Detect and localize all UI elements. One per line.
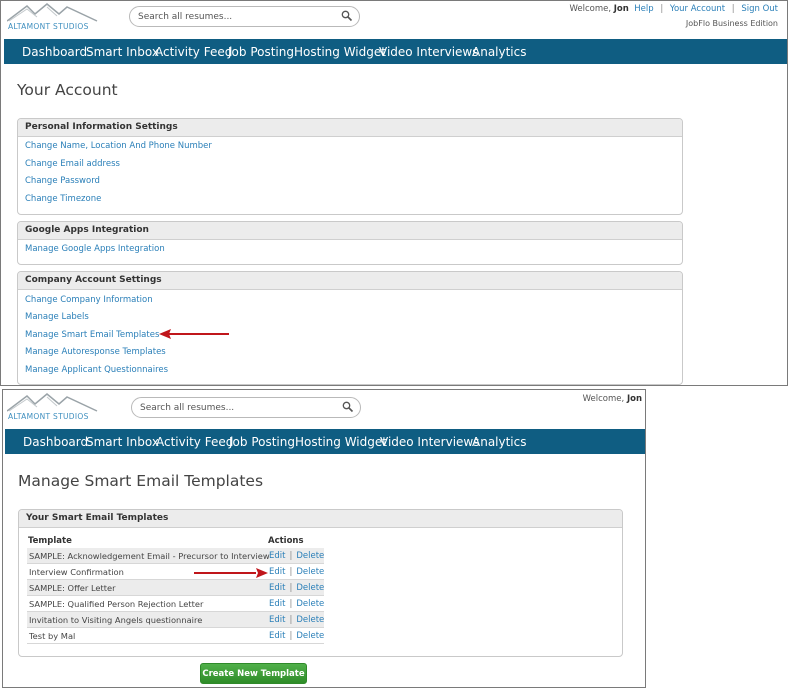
edit-link[interactable]: Edit	[269, 583, 285, 593]
nav-analytics[interactable]: Analytics	[472, 39, 527, 64]
change-password-link[interactable]: Change Password	[25, 176, 100, 186]
nav-hosting-widget[interactable]: Hosting Widget	[294, 39, 386, 64]
logo-text: ALTAMONT STUDIOS	[8, 412, 89, 421]
panel-heading: Your Smart Email Templates	[19, 510, 622, 528]
delete-link[interactable]: Delete	[296, 631, 324, 641]
page-title: Your Account	[17, 81, 118, 99]
table-row: Test by Mal Edit | Delete	[27, 628, 324, 644]
manage-applicant-questionnaires-link[interactable]: Manage Applicant Questionnaires	[25, 365, 168, 375]
nav-activity-feed[interactable]: Activity Feed	[156, 429, 233, 454]
panel-heading: Google Apps Integration	[18, 222, 682, 240]
nav-video-interviews[interactable]: Video Interviews	[380, 429, 480, 454]
table-row: SAMPLE: Offer Letter Edit | Delete	[27, 580, 324, 596]
change-company-info-link[interactable]: Change Company Information	[25, 295, 153, 305]
nav-job-posting[interactable]: Job Posting	[229, 429, 295, 454]
change-email-link[interactable]: Change Email address	[25, 159, 120, 169]
nav-dashboard[interactable]: Dashboard	[23, 429, 88, 454]
your-account-link[interactable]: Your Account	[670, 4, 725, 14]
template-name: Invitation to Visiting Angels questionna…	[29, 615, 203, 625]
search-icon[interactable]	[342, 401, 354, 413]
search-box[interactable]	[129, 6, 360, 27]
header-user-links: Welcome, Jon Help | Your Account | Sign …	[569, 4, 778, 14]
edit-link[interactable]: Edit	[269, 567, 285, 577]
manage-google-apps-link[interactable]: Manage Google Apps Integration	[25, 244, 165, 254]
manage-smart-email-templates-link[interactable]: Manage Smart Email Templates	[25, 330, 159, 340]
welcome-text: Welcome,	[582, 394, 625, 404]
altamont-logo[interactable]: ALTAMONT STUDIOS	[5, 392, 100, 423]
edit-link[interactable]: Edit	[269, 551, 285, 561]
separator: |	[289, 551, 293, 561]
template-name: SAMPLE: Qualified Person Rejection Lette…	[29, 599, 204, 609]
table-row: SAMPLE: Qualified Person Rejection Lette…	[27, 596, 324, 612]
create-new-template-button[interactable]: Create New Template	[200, 663, 307, 684]
delete-link[interactable]: Delete	[296, 615, 324, 625]
nav-smart-inbox[interactable]: Smart Inbox	[86, 39, 159, 64]
edit-link[interactable]: Edit	[269, 631, 285, 641]
separator: |	[289, 583, 293, 593]
nav-dashboard[interactable]: Dashboard	[22, 39, 87, 64]
red-arrow-left-icon	[159, 329, 229, 339]
nav-video-interviews[interactable]: Video Interviews	[379, 39, 479, 64]
mountains-icon	[7, 393, 98, 412]
table-row: Invitation to Visiting Angels questionna…	[27, 612, 324, 628]
altamont-logo[interactable]: ALTAMONT STUDIOS	[5, 2, 100, 33]
separator: |	[289, 567, 293, 577]
edition-label: JobFlo Business Edition	[685, 19, 778, 28]
main-nav: Dashboard Smart Inbox Activity Feed Job …	[5, 429, 645, 454]
table-row: Interview Confirmation Edit | Delete	[27, 564, 324, 580]
personal-info-panel: Personal Information Settings Change Nam…	[17, 118, 683, 215]
company-account-panel: Company Account Settings Change Company …	[17, 271, 683, 385]
separator: |	[660, 4, 664, 14]
search-input[interactable]	[140, 401, 330, 414]
table-row: SAMPLE: Acknowledgement Email - Precurso…	[27, 548, 324, 564]
smart-email-templates-panel: Your Smart Email Templates Template Acti…	[18, 509, 623, 657]
user-name: Jon	[613, 4, 629, 14]
edit-link[interactable]: Edit	[269, 615, 285, 625]
change-timezone-link[interactable]: Change Timezone	[25, 194, 101, 204]
search-icon[interactable]	[341, 10, 353, 22]
panel-heading: Personal Information Settings	[18, 119, 682, 137]
template-name: Interview Confirmation	[29, 567, 124, 577]
delete-link[interactable]: Delete	[296, 567, 324, 577]
user-name: Jon	[626, 394, 642, 404]
nav-job-posting[interactable]: Job Posting	[228, 39, 294, 64]
template-name: Test by Mal	[29, 631, 76, 641]
mountains-icon	[7, 3, 98, 22]
separator: |	[289, 615, 293, 625]
nav-smart-inbox[interactable]: Smart Inbox	[86, 429, 159, 454]
manage-templates-screenshot: ALTAMONT STUDIOS Welcome, Jon Dashboard …	[2, 389, 646, 688]
red-arrow-right-icon	[194, 568, 268, 578]
welcome-text: Welcome,	[569, 4, 612, 14]
delete-link[interactable]: Delete	[296, 551, 324, 561]
header-user-links: Welcome, Jon	[583, 394, 642, 404]
separator: |	[289, 631, 293, 641]
nav-analytics[interactable]: Analytics	[472, 429, 527, 454]
column-header-actions: Actions	[268, 536, 304, 546]
column-header-template: Template	[28, 536, 72, 546]
nav-activity-feed[interactable]: Activity Feed	[155, 39, 232, 64]
template-name: SAMPLE: Acknowledgement Email - Precurso…	[29, 551, 270, 561]
delete-link[interactable]: Delete	[296, 599, 324, 609]
search-box[interactable]	[131, 397, 361, 418]
search-input[interactable]	[138, 10, 328, 23]
manage-autoresponse-templates-link[interactable]: Manage Autoresponse Templates	[25, 347, 166, 357]
sign-out-link[interactable]: Sign Out	[741, 4, 778, 14]
nav-hosting-widget[interactable]: Hosting Widget	[295, 429, 387, 454]
delete-link[interactable]: Delete	[296, 583, 324, 593]
your-account-screenshot: ALTAMONT STUDIOS Welcome, Jon Help | You…	[0, 0, 788, 386]
template-name: SAMPLE: Offer Letter	[29, 583, 116, 593]
separator: |	[731, 4, 735, 14]
main-nav: Dashboard Smart Inbox Activity Feed Job …	[4, 39, 787, 64]
change-name-link[interactable]: Change Name, Location And Phone Number	[25, 141, 212, 151]
logo-text: ALTAMONT STUDIOS	[8, 22, 89, 31]
google-apps-panel: Google Apps Integration Manage Google Ap…	[17, 221, 683, 265]
page-title: Manage Smart Email Templates	[18, 472, 264, 490]
edit-link[interactable]: Edit	[269, 599, 285, 609]
separator: |	[289, 599, 293, 609]
manage-labels-link[interactable]: Manage Labels	[25, 312, 89, 322]
panel-heading: Company Account Settings	[18, 272, 682, 290]
help-link[interactable]: Help	[634, 4, 653, 14]
